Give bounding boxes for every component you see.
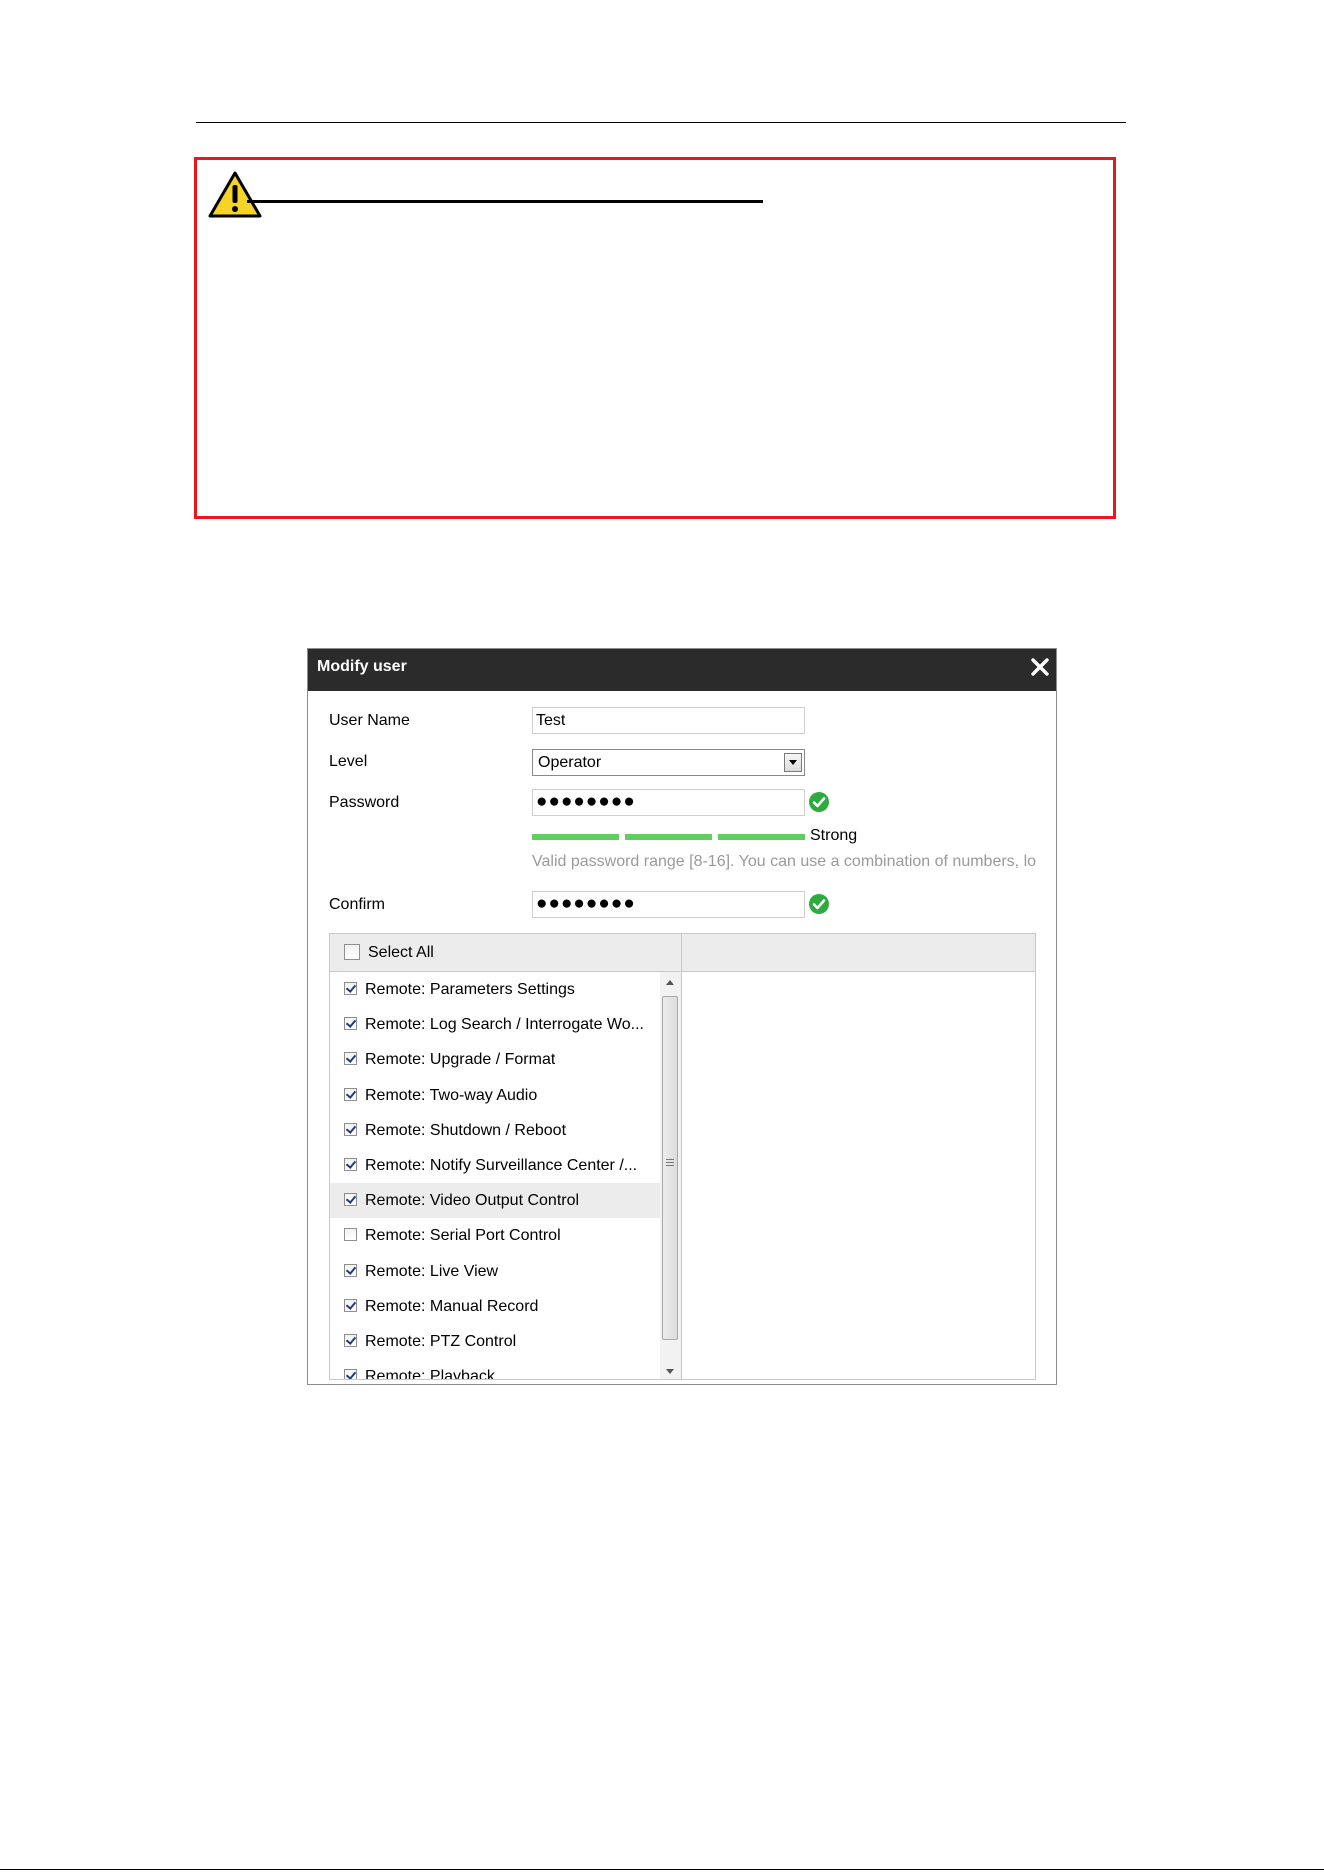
scroll-up-icon[interactable] xyxy=(660,972,681,992)
strength-bar-3 xyxy=(718,834,805,840)
permission-checkbox[interactable] xyxy=(344,1052,357,1066)
user-name-label: User Name xyxy=(329,712,410,729)
permission-item[interactable]: Remote: PTZ Control xyxy=(330,1324,660,1359)
permissions-header: Select All xyxy=(330,934,1035,972)
permission-checkbox[interactable] xyxy=(344,1087,357,1101)
scroll-down-icon[interactable] xyxy=(660,1361,681,1379)
column-divider xyxy=(681,934,682,1379)
permission-item[interactable]: Remote: Log Search / Interrogate Wo... xyxy=(330,1007,660,1042)
permission-item[interactable]: Remote: Live View xyxy=(330,1254,660,1289)
permission-label: Remote: Log Search / Interrogate Wo... xyxy=(365,1016,644,1034)
permission-checkbox[interactable] xyxy=(344,1298,357,1312)
permission-item[interactable]: Remote: Parameters Settings xyxy=(330,972,660,1007)
password-input[interactable]: ●●●●●●●● xyxy=(532,789,805,816)
permission-checkbox[interactable] xyxy=(344,1193,357,1207)
permission-checkbox[interactable] xyxy=(344,1017,357,1031)
permission-item[interactable]: Remote: Upgrade / Format xyxy=(330,1042,660,1077)
permission-label: Remote: Manual Record xyxy=(365,1297,539,1315)
permission-item[interactable]: Remote: Serial Port Control xyxy=(330,1218,660,1253)
strength-text: Strong xyxy=(810,827,858,844)
scroll-grip-line xyxy=(666,1159,674,1160)
level-select-value: Operator xyxy=(538,754,602,771)
permission-checkbox[interactable] xyxy=(344,1157,357,1171)
permission-item[interactable]: Remote: Manual Record xyxy=(330,1289,660,1324)
permission-checkbox[interactable] xyxy=(344,1122,357,1136)
header-rule xyxy=(196,122,1126,123)
permission-label: Remote: Video Output Control xyxy=(365,1192,580,1210)
caution-heading-rule xyxy=(247,200,763,203)
chevron-down-icon[interactable] xyxy=(784,753,802,772)
permission-label: Remote: Notify Surveillance Center /... xyxy=(365,1156,638,1174)
permission-item[interactable]: Remote: Shutdown / Reboot xyxy=(330,1113,660,1148)
select-all-box[interactable] xyxy=(344,944,360,960)
permission-checkbox[interactable] xyxy=(344,1228,357,1242)
permissions-list: Remote: Parameters Settings Remote: Log S… xyxy=(330,972,660,1380)
permission-label: Remote: Live View xyxy=(365,1262,499,1280)
scroll-grip-line xyxy=(666,1165,674,1166)
permission-label: Remote: Shutdown / Reboot xyxy=(365,1121,567,1139)
close-icon[interactable] xyxy=(1028,655,1052,679)
permission-label: Remote: Parameters Settings xyxy=(365,981,575,998)
permission-checkbox[interactable] xyxy=(344,1333,357,1347)
permission-label: Remote: Playback xyxy=(365,1368,495,1380)
permission-item[interactable]: Remote: Video Output Control xyxy=(330,1183,660,1219)
permission-item[interactable]: Remote: Notify Surveillance Center /... xyxy=(330,1148,660,1183)
permission-item[interactable]: Remote: Playback xyxy=(330,1359,660,1380)
modify-user-dialog: Modify user User Name Test Level Operato… xyxy=(307,648,1057,1385)
password-label: Password xyxy=(329,794,400,811)
permission-label: Remote: PTZ Control xyxy=(365,1332,517,1350)
dialog-title: Modify user xyxy=(317,658,407,675)
footer-rule xyxy=(0,1869,1324,1870)
permission-label: Remote: Serial Port Control xyxy=(365,1227,561,1245)
strength-bar-2 xyxy=(625,834,712,840)
permission-checkbox[interactable] xyxy=(344,1369,357,1379)
scrollbar[interactable] xyxy=(660,972,681,1379)
permission-checkbox[interactable] xyxy=(344,1263,357,1277)
permission-label: Remote: Upgrade / Format xyxy=(365,1051,556,1069)
permission-label: Remote: Two-way Audio xyxy=(365,1086,538,1104)
check-circle-icon xyxy=(809,894,829,914)
confirm-input[interactable]: ●●●●●●●● xyxy=(532,891,805,918)
permission-item[interactable]: Remote: Two-way Audio xyxy=(330,1078,660,1113)
dialog-header: Modify user xyxy=(308,649,1056,691)
permission-checkbox[interactable] xyxy=(344,982,357,995)
select-all-label: Select All xyxy=(368,944,434,961)
caution-box xyxy=(194,157,1116,519)
strength-bar-1 xyxy=(532,834,619,840)
password-hint: Valid password range [8-16]. You can use… xyxy=(532,853,1037,870)
permissions-table: Select All Remote: Parameters Settings Re… xyxy=(329,933,1036,1380)
level-label: Level xyxy=(329,753,368,770)
confirm-label: Confirm xyxy=(329,896,386,913)
scroll-thumb[interactable] xyxy=(662,996,678,1340)
check-circle-icon xyxy=(809,792,829,812)
warning-triangle-icon xyxy=(208,171,262,218)
user-name-input[interactable]: Test xyxy=(532,707,805,734)
scroll-grip-line xyxy=(666,1162,674,1163)
level-select[interactable]: Operator xyxy=(532,749,805,776)
select-all-checkbox[interactable]: Select All xyxy=(344,943,434,963)
